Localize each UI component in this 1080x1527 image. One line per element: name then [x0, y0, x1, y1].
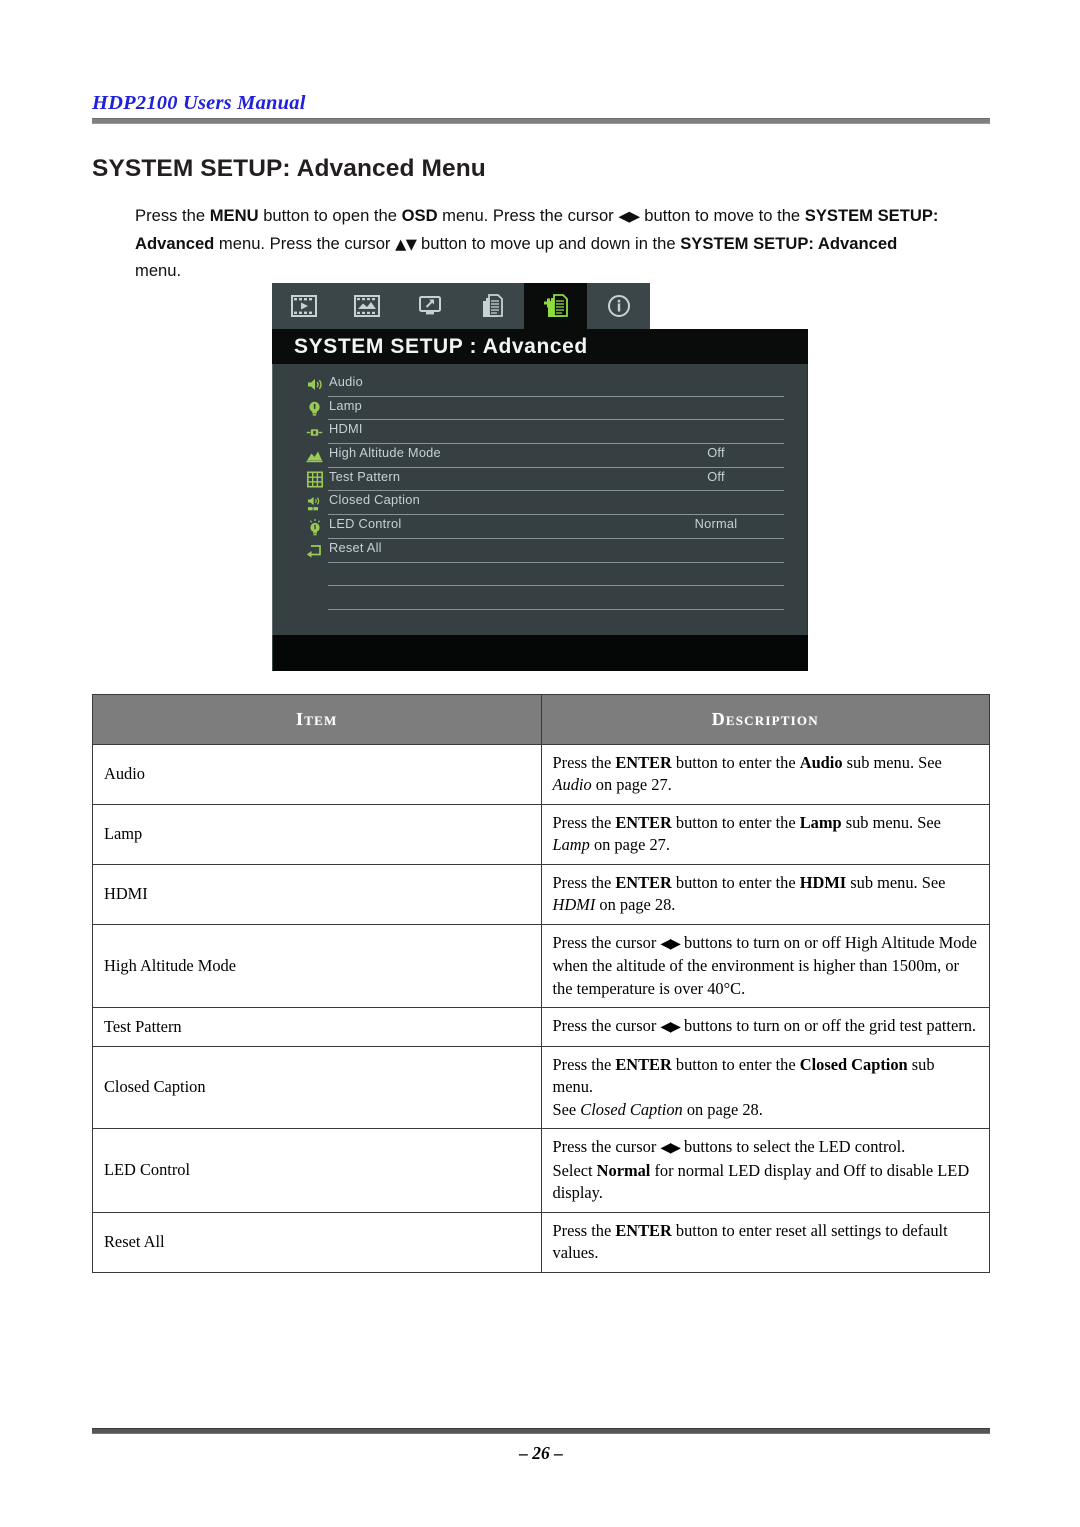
monitor-arrow-icon — [418, 296, 441, 315]
column-header-item: Item — [92, 694, 542, 745]
osd-menu-body: Audio Lamp HDMI High Altitude Mode Off T… — [272, 364, 808, 635]
osd-row-blank-2 — [273, 586, 807, 610]
intro-paragraph: Press the MENU button to open the OSD me… — [135, 203, 940, 284]
cell-description: Press the cursor ◀▶ buttons to select th… — [540, 1128, 990, 1213]
intro-osd-keyword: OSD — [401, 206, 438, 225]
intro-text-4: button to move to the — [639, 206, 805, 225]
osd-row-high-altitude-mode[interactable]: High Altitude Mode Off — [273, 444, 807, 468]
footer-divider-rule — [92, 1428, 990, 1434]
osd-title-bar: SYSTEM SETUP : Advanced — [272, 329, 808, 364]
osd-tab-system-setup-advanced[interactable] — [524, 283, 587, 329]
osd-row-reset-all[interactable]: Reset All — [273, 539, 807, 563]
intro-text-1: Press the — [135, 206, 210, 225]
cell-description: Press the ENTER button to enter the HDMI… — [540, 863, 990, 925]
osd-tab-image[interactable] — [272, 283, 335, 329]
osd-screenshot: SYSTEM SETUP : Advanced Audio Lamp HDMI … — [272, 283, 808, 671]
intro-text-3: menu. Press the cursor — [437, 206, 619, 225]
cell-description: Press the cursor ◀▶ buttons to turn on o… — [540, 1007, 990, 1047]
osd-title-text: SYSTEM SETUP : Advanced — [294, 334, 588, 358]
osd-row-value: Off — [707, 445, 725, 461]
osd-row-closed-caption[interactable]: Closed Caption — [273, 491, 807, 516]
cell-description: Press the cursor ◀▶ buttons to turn on o… — [540, 923, 990, 1008]
cell-description: Press the ENTER button to enter the Lamp… — [540, 803, 990, 865]
reset-arrow-icon — [306, 542, 323, 559]
cell-item: HDMI — [92, 863, 542, 925]
lamp-bulb-icon — [306, 400, 323, 417]
osd-row-label: HDMI — [329, 421, 363, 437]
intro-text-6: button to move up and down in the — [416, 233, 681, 253]
altitude-mountain-icon — [306, 447, 323, 464]
page-running-header: HDP2100 Users Manual — [92, 92, 990, 124]
cell-item: Reset All — [92, 1211, 542, 1273]
item-description-table: Item Description Audio Press the ENTER b… — [92, 694, 990, 1273]
header-divider-rule — [92, 117, 990, 124]
film-strip-icon — [290, 295, 317, 317]
osd-tab-bar — [272, 283, 650, 329]
osd-tab-information[interactable] — [587, 283, 650, 329]
osd-row-value: Off — [707, 468, 725, 484]
document-pages-icon — [483, 294, 503, 317]
page-footer: – 26 – — [92, 1428, 990, 1464]
osd-row-blank-1 — [273, 563, 807, 587]
table-row: HDMI Press the ENTER button to enter the… — [92, 863, 990, 925]
table-row: Closed Caption Press the ENTER button to… — [92, 1045, 990, 1129]
osd-row-value: Normal — [694, 516, 738, 532]
cell-description: Press the ENTER button to enter the Clos… — [540, 1045, 990, 1129]
osd-row-label: Audio — [329, 374, 363, 389]
running-header-title: HDP2100 Users Manual — [92, 92, 306, 114]
intro-text-7: menu. — [135, 261, 182, 280]
table-body: Audio Press the ENTER button to enter th… — [92, 743, 990, 1273]
cell-item: High Altitude Mode — [92, 923, 542, 1008]
osd-row-label: Test Pattern — [329, 468, 401, 484]
left-right-arrows-icon: ◀▶ — [618, 209, 640, 225]
osd-row-label: High Altitude Mode — [329, 445, 441, 461]
grid-icon — [306, 471, 323, 488]
osd-row-label: Reset All — [329, 539, 382, 555]
cell-item: Test Pattern — [92, 1007, 542, 1047]
osd-row-separator — [328, 608, 784, 610]
intro-text-5: menu. Press the cursor — [214, 233, 396, 253]
table-row: Reset All Press the ENTER button to ente… — [92, 1211, 990, 1273]
cell-item: Audio — [92, 743, 542, 805]
osd-tab-installation[interactable] — [398, 283, 461, 329]
osd-tab-system-setup-basic[interactable] — [461, 283, 524, 329]
osd-row-lamp[interactable]: Lamp — [273, 397, 807, 421]
page-number: – 26 – — [519, 1443, 563, 1463]
cell-description: Press the ENTER button to enter reset al… — [540, 1211, 990, 1273]
osd-footer-bar — [272, 635, 808, 671]
cell-item: LED Control — [92, 1128, 542, 1213]
intro-text-2: button to open the — [258, 206, 402, 225]
table-row: LED Control Press the cursor ◀▶ buttons … — [92, 1128, 990, 1213]
intro-menu-keyword: MENU — [209, 206, 259, 225]
osd-menu-list: Audio Lamp HDMI High Altitude Mode Off T… — [273, 364, 807, 610]
up-down-arrows-icon: ▲▼ — [395, 236, 417, 253]
info-circle-icon — [607, 295, 630, 317]
osd-row-audio[interactable]: Audio — [273, 373, 807, 397]
picture-icon — [353, 295, 380, 317]
table-row: High Altitude Mode Press the cursor ◀▶ b… — [92, 923, 990, 1008]
osd-row-label: Lamp — [329, 397, 363, 413]
led-bulb-icon — [306, 518, 323, 536]
osd-row-hdmi[interactable]: HDMI — [273, 420, 807, 445]
table-header: Item Description — [92, 694, 990, 745]
document-plus-icon — [543, 294, 568, 317]
closed-caption-icon — [306, 495, 323, 512]
hdmi-connector-icon — [306, 424, 323, 441]
intro-setup-keyword-2: SYSTEM SETUP: Advanced — [680, 233, 898, 253]
table-row: Audio Press the ENTER button to enter th… — [92, 743, 990, 805]
table-header-row: Item Description — [92, 694, 990, 745]
speaker-icon — [306, 376, 323, 393]
table-row: Lamp Press the ENTER button to enter the… — [92, 803, 990, 865]
cell-item: Closed Caption — [92, 1045, 542, 1129]
column-header-description: Description — [540, 694, 990, 745]
osd-row-test-pattern[interactable]: Test Pattern Off — [273, 468, 807, 492]
cell-description: Press the ENTER button to enter the Audi… — [540, 743, 990, 805]
osd-row-led-control[interactable]: LED Control Normal — [273, 515, 807, 539]
page-title: SYSTEM SETUP: Advanced Menu — [92, 155, 486, 182]
osd-row-label: LED Control — [329, 516, 402, 532]
cell-item: Lamp — [92, 803, 542, 865]
table-row: Test Pattern Press the cursor ◀▶ buttons… — [92, 1007, 990, 1047]
osd-row-label: Closed Caption — [329, 492, 420, 508]
osd-tab-computer-image[interactable] — [335, 283, 398, 329]
